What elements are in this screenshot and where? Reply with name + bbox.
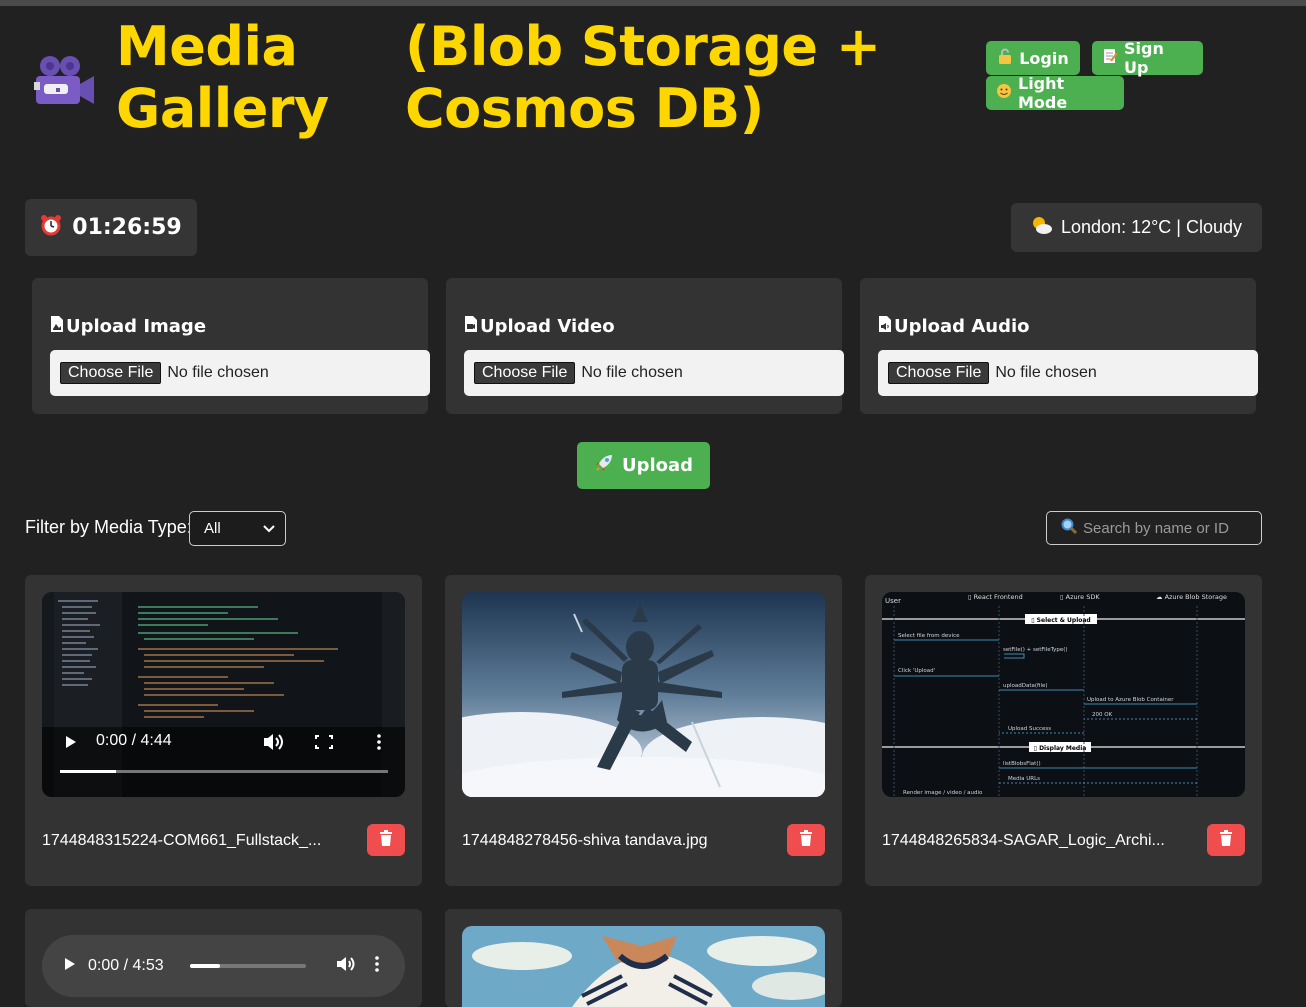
media-filename: 1744848278456-shiva tandava.jpg <box>462 832 708 849</box>
video-file-input[interactable]: Choose File No file chosen <box>464 350 844 396</box>
delete-button[interactable] <box>787 824 825 856</box>
audio-file-icon <box>878 315 892 338</box>
video-player[interactable]: 0:00 / 4:44 <box>42 592 405 797</box>
diagram-message: Media URLs <box>1008 776 1040 782</box>
upload-video-label: Upload Video <box>480 316 615 337</box>
video-time: 0:00 / 4:44 <box>96 732 172 749</box>
diagram-message: uploadData(file) <box>1003 683 1048 689</box>
file-status: No file chosen <box>995 364 1097 381</box>
upload-audio-label: Upload Audio <box>894 316 1030 337</box>
choose-file-button[interactable]: Choose File <box>888 362 990 384</box>
file-status: No file chosen <box>167 364 269 381</box>
sign-up-button[interactable]: Sign Up <box>1092 39 1203 77</box>
smiley-icon <box>996 83 1012 103</box>
choose-file-button[interactable]: Choose File <box>474 362 576 384</box>
audio-file-input[interactable]: Choose File No file chosen <box>878 350 1258 396</box>
selected-value: All <box>204 520 221 537</box>
delete-button[interactable] <box>1207 824 1245 856</box>
volume-icon[interactable] <box>336 956 356 977</box>
image-file-input[interactable]: Choose File No file chosen <box>50 350 430 396</box>
play-icon[interactable] <box>64 957 76 976</box>
audio-player[interactable]: 0:00 / 4:53 <box>42 935 405 997</box>
media-image <box>462 592 825 797</box>
media-card: 1744848278456-shiva tandava.jpg <box>445 575 842 886</box>
page-title-right: (Blob Storage + Cosmos DB) <box>405 15 881 140</box>
diagram-message: Click 'Upload' <box>898 668 935 674</box>
media-type-select[interactable]: All <box>189 511 286 546</box>
weather-text: London: 12°C | Cloudy <box>1061 217 1242 237</box>
diagram-lane-frontend: ▯ React Frontend <box>968 593 1023 601</box>
weather-widget: London: 12°C | Cloudy <box>1011 203 1262 252</box>
choose-file-button[interactable]: Choose File <box>60 362 162 384</box>
image-file-icon <box>50 315 64 338</box>
audio-time: 0:00 / 4:53 <box>88 957 164 974</box>
media-card: 0:00 / 4:44 1744848315224-COM661_Fullsta… <box>25 575 422 886</box>
diagram-message: 200 OK <box>1092 712 1113 718</box>
diagram-message: listBlobsFlat() <box>1003 761 1041 767</box>
memo-icon <box>1102 48 1118 68</box>
more-options-icon[interactable] <box>374 955 380 977</box>
media-card: 0:00 / 4:53 <box>25 909 422 1007</box>
media-image <box>462 926 825 1007</box>
media-image: User ▯ React Frontend ▯ Azure SDK ☁ Azur… <box>882 592 1245 797</box>
upload-video-card: Upload Video Choose File No file chosen <box>446 278 844 414</box>
chevron-down-icon <box>263 520 275 537</box>
trash-icon <box>379 829 393 851</box>
video-camera-icon <box>34 54 96 110</box>
media-card: User ▯ React Frontend ▯ Azure SDK ☁ Azur… <box>865 575 1262 886</box>
light-mode-button[interactable]: Light Mode <box>986 74 1124 112</box>
diagram-lane-sdk: ▯ Azure SDK <box>1060 593 1100 601</box>
clock-time: 01:26:59 <box>72 215 182 240</box>
search-icon <box>1061 518 1078 538</box>
alarm-clock-icon <box>40 214 62 242</box>
diagram-section-upload: ▯ Select & Upload <box>1031 617 1090 624</box>
search-placeholder: Search by name or ID <box>1083 519 1229 537</box>
diagram-lane-user: User <box>885 597 901 605</box>
search-input[interactable]: Search by name or ID <box>1046 511 1262 545</box>
clock-widget: 01:26:59 <box>25 199 197 256</box>
delete-button[interactable] <box>367 824 405 856</box>
media-filename: 1744848265834-SAGAR_Logic_Archi... <box>882 832 1165 849</box>
upload-image-card: Upload Image Choose File No file chosen <box>32 278 430 414</box>
upload-button[interactable]: Upload <box>577 442 710 489</box>
diagram-section-display: ▯ Display Media <box>1034 745 1087 752</box>
trash-icon <box>799 829 813 851</box>
upload-audio-card: Upload Audio Choose File No file chosen <box>860 278 1258 414</box>
upload-image-label: Upload Image <box>66 316 207 337</box>
diagram-lane-blob: ☁ Azure Blob Storage <box>1156 593 1227 601</box>
trash-icon <box>1219 829 1233 851</box>
media-card <box>445 909 842 1007</box>
diagram-message: Render image / video / audio <box>903 790 983 796</box>
diagram-message: Upload Success <box>1008 726 1051 732</box>
file-status: No file chosen <box>581 364 683 381</box>
page-title-left: Media Gallery <box>116 15 329 140</box>
lock-icon <box>997 48 1013 68</box>
diagram-message: Upload to Azure Blob Container <box>1087 697 1174 703</box>
diagram-message: Select file from device <box>898 633 960 639</box>
login-button[interactable]: Login <box>986 41 1080 75</box>
audio-progress-bar[interactable] <box>189 964 306 968</box>
window-top-border <box>0 0 1306 6</box>
rocket-icon <box>594 453 614 478</box>
video-file-icon <box>464 315 478 338</box>
diagram-message: setFile() + setFileType() <box>1003 647 1068 653</box>
sun-behind-cloud-icon <box>1031 215 1053 240</box>
media-filename: 1744848315224-COM661_Fullstack_... <box>42 832 322 849</box>
filter-label: Filter by Media Type: <box>25 517 192 537</box>
